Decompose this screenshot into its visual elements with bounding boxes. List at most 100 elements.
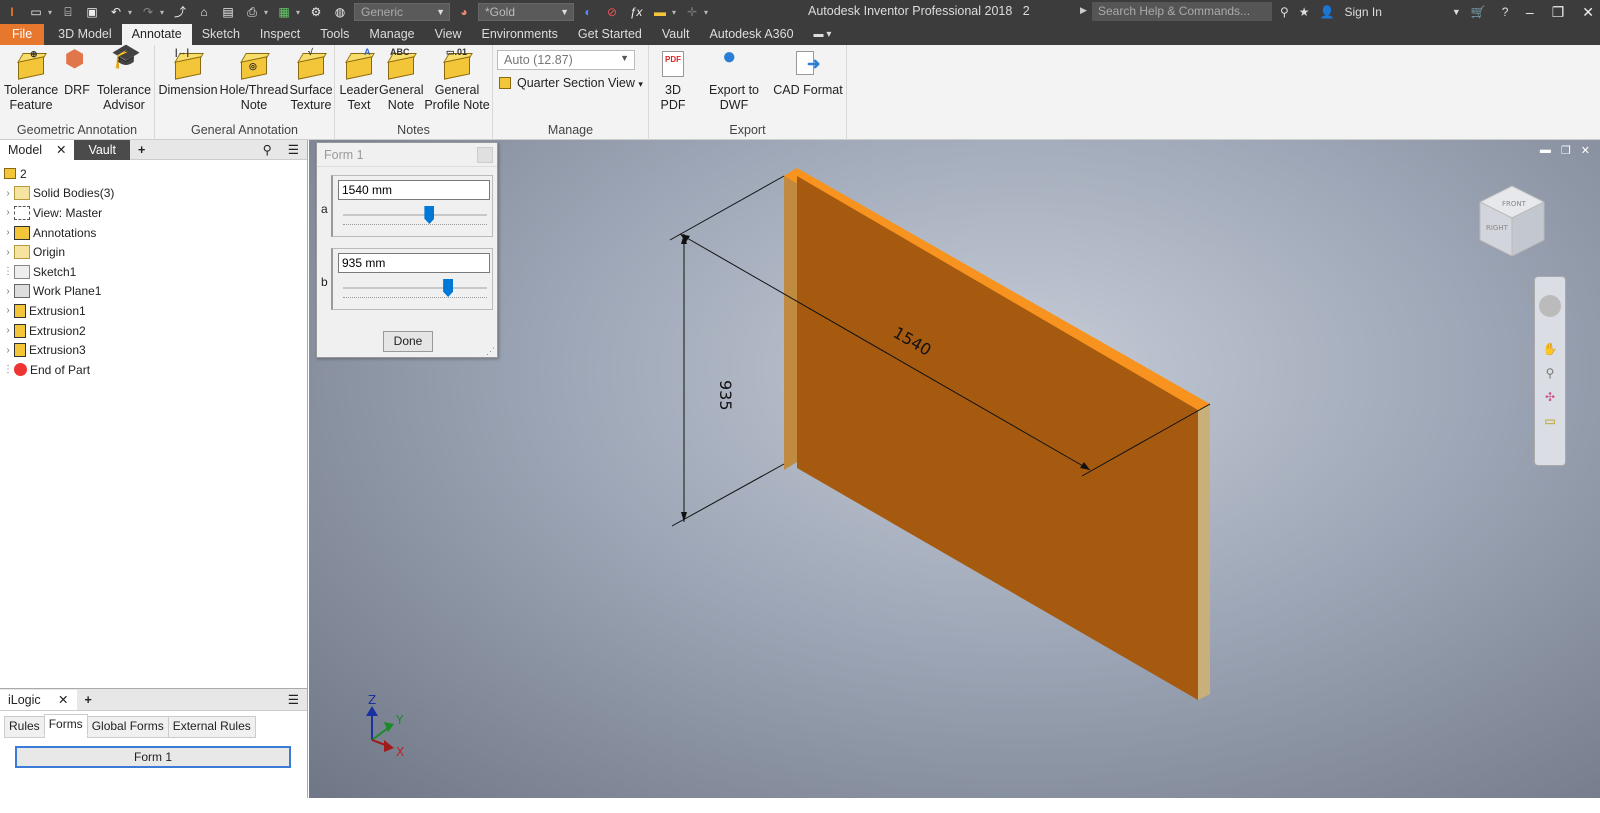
customize-dropdown-icon[interactable]: ▾ [704, 8, 712, 17]
export-dwf-button[interactable]: ● Export to DWF [695, 45, 773, 113]
minimize-icon[interactable]: – [1526, 4, 1534, 20]
resize-grip-icon[interactable]: ⋰ [486, 346, 495, 357]
general-note-button[interactable]: ABC General Note [379, 47, 423, 113]
tree-root[interactable]: 2 [2, 164, 307, 184]
tree-item[interactable]: › Annotations [2, 223, 307, 243]
expand-icon[interactable]: › [2, 188, 14, 199]
graphics-viewport[interactable]: ▬ ❐ ✕ [309, 140, 1600, 798]
open-icon[interactable]: ⌸ [59, 4, 77, 20]
pan-icon[interactable]: ✋ [1540, 341, 1560, 357]
tab-vault[interactable]: Vault [652, 24, 700, 45]
menu-icon[interactable]: ☰ [280, 140, 307, 160]
expand-icon[interactable]: › [2, 305, 14, 316]
measure-icon[interactable]: ✛ [683, 4, 701, 20]
return-icon[interactable]: ⤴ [171, 4, 189, 20]
tab-environments[interactable]: Environments [471, 24, 567, 45]
tab-annotate[interactable]: Annotate [121, 24, 192, 45]
close-icon[interactable]: ✕ [1581, 144, 1590, 157]
3d-pdf-button[interactable]: PDF 3D PDF [651, 49, 695, 113]
tab-file[interactable]: File [0, 24, 45, 45]
print-icon[interactable]: ⎙ [243, 4, 261, 20]
drf-button[interactable]: ⬢ DRF [60, 48, 94, 98]
app-logo-icon[interactable]: I [3, 4, 21, 20]
line-weight-icon[interactable]: ▬ [651, 4, 669, 20]
tree-item[interactable]: › Extrusion3 [2, 340, 307, 360]
close-icon[interactable]: ✕ [58, 693, 68, 707]
redo-dropdown-icon[interactable]: ▾ [160, 8, 168, 17]
close-icon[interactable]: ✕ [56, 143, 66, 157]
expand-icon[interactable]: › [2, 286, 14, 297]
tree-item[interactable]: ⋮ Sketch1 [2, 262, 307, 282]
favorite-star-icon[interactable]: ★ [1299, 5, 1310, 19]
tab-rules[interactable]: Rules [4, 716, 45, 738]
material-combo[interactable]: Generic ▼ [354, 3, 450, 21]
save-icon[interactable]: ▣ [83, 4, 101, 20]
expand-icon[interactable]: › [2, 325, 14, 336]
tab-inspect[interactable]: Inspect [250, 24, 310, 45]
redo-icon[interactable]: ↷ [139, 4, 157, 20]
tab-sketch[interactable]: Sketch [192, 24, 250, 45]
tab-tools[interactable]: Tools [310, 24, 359, 45]
line-dropdown-icon[interactable]: ▾ [672, 8, 680, 17]
scale-combo[interactable]: Auto (12.87) ▼ [497, 50, 635, 70]
cad-format-button[interactable]: ➜ CAD Format [773, 49, 843, 98]
help-icon[interactable]: ? [1502, 5, 1509, 19]
material-icon[interactable]: ◍ [331, 4, 349, 20]
hole-thread-note-button[interactable]: ◎ Hole/Thread Note [219, 49, 289, 113]
tree-item[interactable]: › Extrusion2 [2, 321, 307, 341]
param-a-input[interactable] [338, 180, 490, 200]
tree-item[interactable]: › View: Master [2, 203, 307, 223]
tab-forms[interactable]: Forms [43, 714, 88, 736]
expand-icon[interactable]: › [2, 227, 14, 238]
tree-item[interactable]: › Origin [2, 242, 307, 262]
undo-dropdown-icon[interactable]: ▾ [128, 8, 136, 17]
sign-in-link[interactable]: Sign In [1345, 5, 1382, 19]
tab-get-started[interactable]: Get Started [568, 24, 652, 45]
new-file-icon[interactable]: ▭ [27, 4, 45, 20]
appearance-sphere-icon[interactable]: ◕ [455, 4, 473, 20]
tab-global-forms[interactable]: Global Forms [86, 716, 169, 738]
leader-text-button[interactable]: A Leader Text [337, 47, 381, 113]
tab-3d-model[interactable]: 3D Model [48, 24, 122, 45]
select-dropdown-icon[interactable]: ▾ [296, 8, 304, 17]
tab-ilogic[interactable]: iLogic ✕ [0, 689, 77, 710]
steering-wheel-icon[interactable] [1539, 295, 1561, 317]
param-b-input[interactable] [338, 253, 490, 273]
tab-vault-browser[interactable]: Vault [74, 139, 131, 160]
done-button[interactable]: Done [383, 331, 433, 352]
form1-launch-button[interactable]: Form 1 [15, 746, 291, 768]
dimension-button[interactable]: |↔| Dimension [157, 47, 219, 98]
search-input[interactable]: Search Help & Commands... [1092, 2, 1272, 21]
menu-icon[interactable]: ☰ [280, 690, 307, 710]
tree-item[interactable]: ⋮ End of Part [2, 360, 307, 380]
expand-icon[interactable]: › [2, 207, 14, 218]
search-expand-icon[interactable]: ▶ [1080, 5, 1087, 16]
undo-icon[interactable]: ↶ [107, 4, 125, 20]
tree-item[interactable]: › Work Plane1 [2, 282, 307, 302]
tree-item[interactable]: › Extrusion1 [2, 301, 307, 321]
binoculars-icon[interactable]: ⚲ [1280, 5, 1289, 19]
appearance-combo[interactable]: *Gold ▼ [478, 3, 574, 21]
home-icon[interactable]: ⌂ [195, 4, 213, 20]
tolerance-feature-button[interactable]: ⊕ Tolerance Feature [4, 49, 58, 113]
param-a-slider-track[interactable] [343, 214, 487, 216]
design-doctor-icon[interactable]: ⚙ [307, 4, 325, 20]
param-a-slider-thumb[interactable] [424, 206, 435, 224]
user-icon[interactable]: 👤 [1320, 5, 1335, 19]
cart-icon[interactable]: 🛒 [1471, 5, 1486, 19]
param-b-slider-track[interactable] [343, 287, 487, 289]
print-dropdown-icon[interactable]: ▾ [264, 8, 272, 17]
new-dropdown-icon[interactable]: ▾ [48, 8, 56, 17]
fx-parameters-icon[interactable]: ƒx [627, 4, 645, 20]
zoom-icon[interactable]: ⚲ [1540, 365, 1560, 381]
tolerance-advisor-button[interactable]: 🎓 Tolerance Advisor [96, 45, 152, 113]
tab-manage[interactable]: Manage [359, 24, 424, 45]
surface-texture-button[interactable]: √ Surface Texture [289, 47, 333, 113]
tab-view[interactable]: View [425, 24, 472, 45]
param-b-slider-thumb[interactable] [443, 279, 454, 297]
quarter-section-view-button[interactable]: Quarter Section View ▾ [499, 76, 643, 90]
restore-icon[interactable]: ❐ [1552, 4, 1565, 21]
add-tab-icon[interactable]: + [130, 140, 153, 160]
select-icon[interactable]: ▦ [275, 4, 293, 20]
expand-icon[interactable]: › [2, 345, 14, 356]
